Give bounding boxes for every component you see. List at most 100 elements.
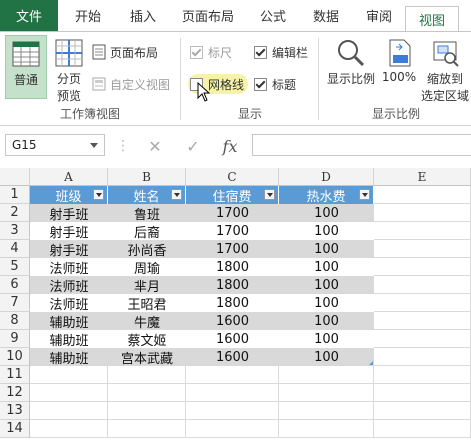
row-header[interactable]: 1	[0, 186, 30, 204]
cell[interactable]	[30, 402, 108, 420]
row-header[interactable]: 11	[0, 366, 30, 384]
row-header[interactable]: 14	[0, 420, 30, 438]
cell[interactable]	[374, 366, 471, 384]
row-header[interactable]: 10	[0, 348, 30, 366]
column-header-a[interactable]: A	[30, 168, 108, 186]
tab-page-layout[interactable]: 页面布局	[182, 0, 234, 31]
table-cell[interactable]: 射手班	[30, 204, 108, 223]
insert-function-button[interactable]: fx	[215, 134, 245, 158]
cell[interactable]	[374, 330, 471, 348]
table-cell[interactable]: 100	[279, 312, 374, 330]
table-cell[interactable]: 100	[279, 330, 374, 348]
table-resize-handle[interactable]	[369, 361, 373, 365]
table-cell[interactable]: 1600	[186, 330, 279, 348]
zoom-button[interactable]: 显示比例	[326, 38, 376, 87]
table-cell[interactable]: 后裔	[108, 222, 186, 241]
table-cell[interactable]: 1800	[186, 294, 279, 312]
headings-checkbox[interactable]: 标题	[254, 74, 296, 94]
table-cell[interactable]: 宫本武藏	[108, 348, 186, 367]
table-cell[interactable]: 100	[279, 276, 374, 294]
zoom-100-button[interactable]: 100%	[381, 38, 417, 84]
cell[interactable]	[374, 348, 471, 366]
cell[interactable]	[108, 402, 186, 420]
table-cell[interactable]: 1600	[186, 312, 279, 330]
custom-views-button[interactable]: 自定义视图	[92, 74, 170, 94]
cell[interactable]	[374, 402, 471, 420]
page-layout-view-button[interactable]: 页面布局	[92, 42, 158, 62]
cell[interactable]	[374, 294, 471, 312]
column-header-e[interactable]: E	[374, 168, 471, 186]
tab-data[interactable]: 数据	[313, 0, 339, 31]
cell[interactable]	[186, 366, 279, 384]
filter-dropdown-icon[interactable]	[171, 189, 182, 200]
table-cell[interactable]: 法师班	[30, 294, 108, 313]
row-header[interactable]: 7	[0, 294, 30, 312]
cell[interactable]	[30, 384, 108, 402]
table-cell[interactable]: 周瑜	[108, 258, 186, 277]
formula-bar-checkbox[interactable]: 编辑栏	[254, 42, 308, 62]
table-header-cell[interactable]: 班级	[30, 186, 108, 205]
tab-file[interactable]: 文件	[0, 0, 58, 31]
filter-dropdown-icon[interactable]	[264, 189, 275, 200]
cell[interactable]	[108, 366, 186, 384]
cell[interactable]	[374, 312, 471, 330]
cell[interactable]	[374, 186, 471, 204]
cell[interactable]	[279, 402, 374, 420]
table-cell[interactable]: 辅助班	[30, 312, 108, 331]
cell[interactable]	[186, 384, 279, 402]
formula-input[interactable]	[252, 134, 471, 156]
cell[interactable]	[30, 420, 108, 438]
table-cell[interactable]: 1700	[186, 222, 279, 240]
page-break-preview-button[interactable]: 分页 预览	[52, 38, 86, 104]
table-cell[interactable]: 王昭君	[108, 294, 186, 313]
table-cell[interactable]: 100	[279, 258, 374, 276]
cell[interactable]	[108, 384, 186, 402]
ruler-checkbox[interactable]: 标尺	[190, 42, 232, 62]
table-cell[interactable]: 孙尚香	[108, 240, 186, 259]
tab-insert[interactable]: 插入	[130, 0, 156, 31]
column-header-c[interactable]: C	[186, 168, 279, 186]
table-cell[interactable]: 射手班	[30, 222, 108, 241]
table-cell[interactable]: 100	[279, 204, 374, 222]
tab-formulas[interactable]: 公式	[260, 0, 286, 31]
table-header-cell[interactable]: 住宿费	[186, 186, 279, 205]
cell[interactable]	[374, 384, 471, 402]
table-cell[interactable]: 辅助班	[30, 330, 108, 349]
filter-dropdown-icon[interactable]	[93, 189, 104, 200]
cell[interactable]	[374, 258, 471, 276]
table-cell[interactable]: 鲁班	[108, 204, 186, 223]
normal-view-button[interactable]: 普通	[5, 35, 47, 99]
row-header[interactable]: 9	[0, 330, 30, 348]
table-cell[interactable]: 蔡文姬	[108, 330, 186, 349]
cell[interactable]	[374, 204, 471, 222]
table-cell[interactable]: 1800	[186, 258, 279, 276]
zoom-to-selection-button[interactable]: 缩放到 选定区域	[420, 38, 470, 104]
cell[interactable]	[108, 420, 186, 438]
tab-home[interactable]: 开始	[75, 0, 101, 31]
table-cell[interactable]: 100	[279, 294, 374, 312]
cell[interactable]	[30, 366, 108, 384]
table-cell[interactable]: 100	[279, 348, 374, 366]
cell[interactable]	[374, 420, 471, 438]
row-header[interactable]: 4	[0, 240, 30, 258]
column-header-b[interactable]: B	[108, 168, 186, 186]
table-cell[interactable]: 法师班	[30, 276, 108, 295]
table-cell[interactable]: 射手班	[30, 240, 108, 259]
select-all-corner[interactable]	[0, 168, 30, 186]
table-cell[interactable]: 1600	[186, 348, 279, 366]
enter-icon[interactable]: ✓	[180, 134, 206, 158]
row-header[interactable]: 13	[0, 402, 30, 420]
tab-review[interactable]: 审阅	[366, 0, 392, 31]
cell[interactable]	[279, 366, 374, 384]
cell[interactable]	[279, 384, 374, 402]
tab-view[interactable]: 视图	[405, 6, 459, 32]
cell[interactable]	[186, 402, 279, 420]
table-cell[interactable]: 法师班	[30, 258, 108, 277]
row-header[interactable]: 2	[0, 204, 30, 222]
table-cell[interactable]: 牛魔	[108, 312, 186, 331]
name-box[interactable]: G15	[5, 134, 105, 156]
filter-dropdown-icon[interactable]	[359, 189, 370, 200]
table-cell[interactable]: 1700	[186, 204, 279, 222]
cell[interactable]	[374, 240, 471, 258]
row-header[interactable]: 8	[0, 312, 30, 330]
